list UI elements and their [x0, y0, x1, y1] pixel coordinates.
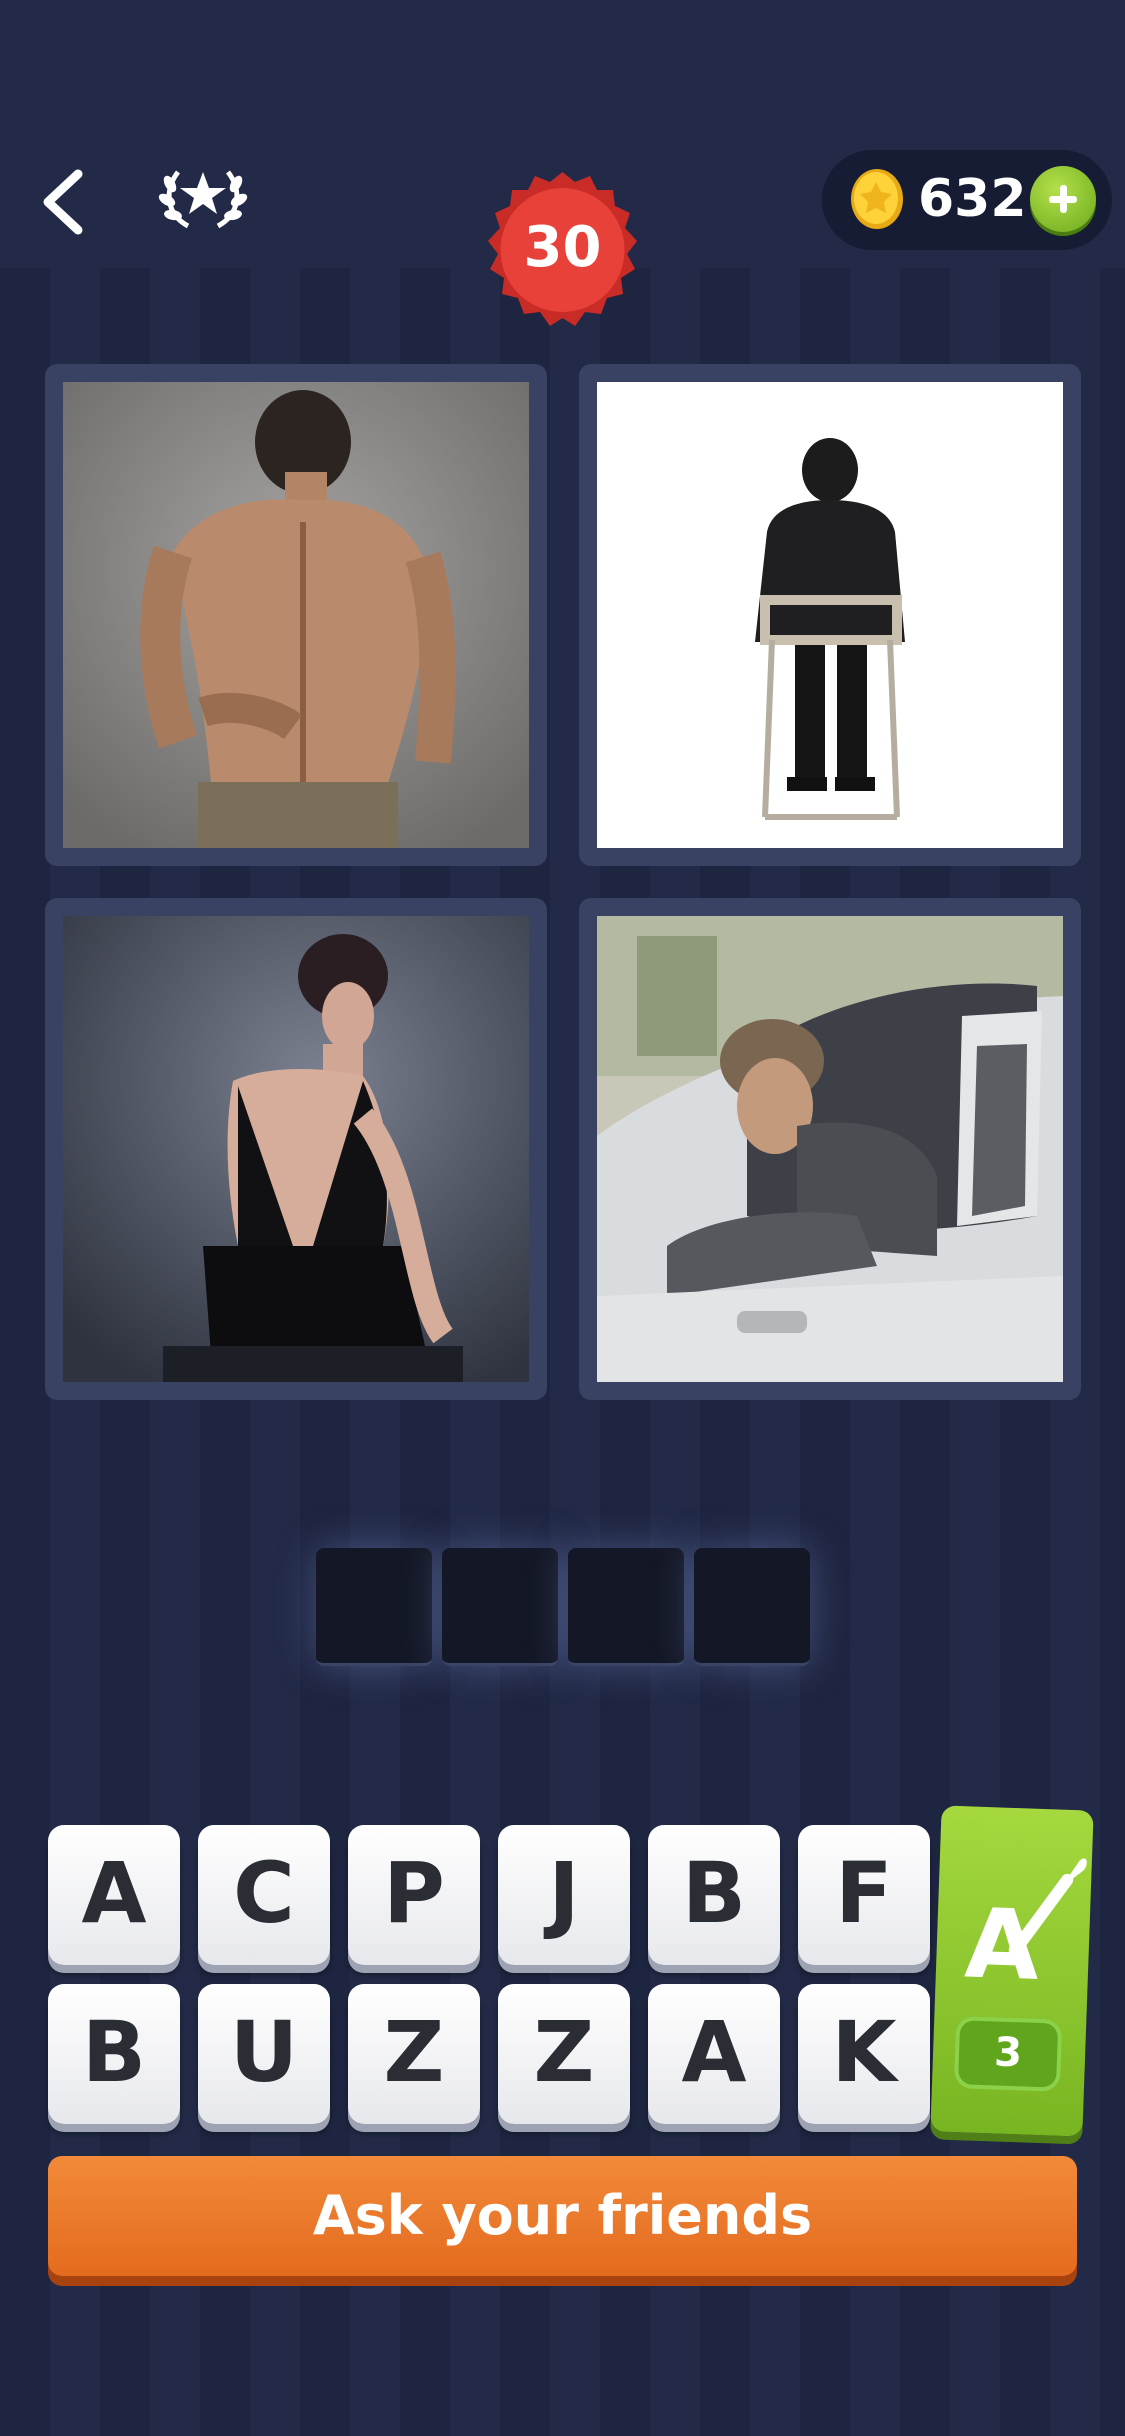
gold-coin-icon — [851, 169, 903, 229]
hint-count: 3 — [953, 2016, 1063, 2092]
answer-slot-4[interactable] — [694, 1548, 810, 1666]
letter-key[interactable]: P — [348, 1825, 480, 1965]
puzzle-photo-4 — [579, 898, 1081, 1400]
letter-key[interactable]: J — [498, 1825, 630, 1965]
achievements-button[interactable] — [158, 160, 248, 236]
puzzle-photo-2 — [579, 364, 1081, 866]
letter-key[interactable]: A — [648, 1984, 780, 2124]
puzzle-photo-3 — [45, 898, 547, 1400]
chevron-left-icon — [43, 169, 83, 235]
coin-count: 632 — [918, 169, 1027, 229]
laurel-star-icon — [158, 170, 248, 229]
puzzle-photo-1 — [45, 364, 547, 866]
plus-icon[interactable] — [1030, 166, 1096, 232]
letter-key[interactable]: B — [648, 1825, 780, 1965]
letter-key[interactable]: U — [198, 1984, 330, 2124]
ask-friends-button[interactable]: Ask your friends — [48, 2156, 1077, 2276]
answer-slot-1[interactable] — [316, 1548, 432, 1666]
answer-slot-3[interactable] — [568, 1548, 684, 1666]
letter-key[interactable]: Z — [498, 1984, 630, 2124]
answer-slots — [316, 1548, 810, 1668]
letter-key[interactable]: A — [48, 1825, 180, 1965]
letter-key[interactable]: C — [198, 1825, 330, 1965]
letter-brush-icon: A — [963, 1858, 1087, 2002]
letter-key[interactable]: K — [798, 1984, 930, 2124]
coin-balance[interactable]: 632 — [822, 150, 1112, 250]
photo-man-on-chair — [597, 382, 1063, 848]
hint-reveal-letter-button[interactable]: A 3 — [930, 1805, 1094, 2137]
letter-key[interactable]: F — [798, 1825, 930, 1965]
letter-key[interactable]: Z — [348, 1984, 480, 2124]
photo-man-in-car — [597, 916, 1063, 1382]
photo-shirtless-man — [63, 382, 529, 848]
back-button[interactable] — [30, 160, 100, 240]
svg-text:A: A — [963, 1887, 1041, 2002]
answer-slot-2[interactable] — [442, 1548, 558, 1666]
photo-woman-backless-dress — [63, 916, 529, 1382]
letter-key[interactable]: B — [48, 1984, 180, 2124]
level-number: 30 — [523, 215, 602, 280]
